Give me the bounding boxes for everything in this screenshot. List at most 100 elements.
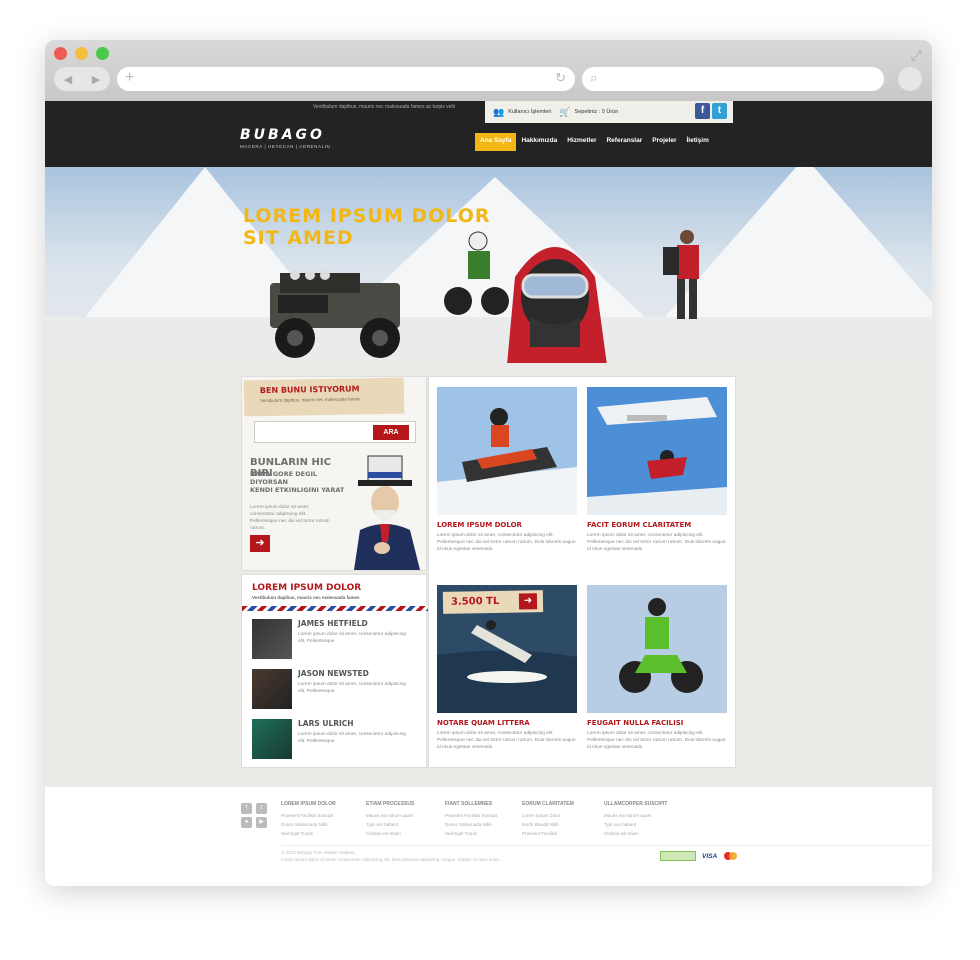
snowmobile-image: [437, 387, 577, 515]
footer-column: LOREM IPSUM DOLOR Praesent Facilisis Sus…: [281, 801, 361, 838]
mastercard-icon: [723, 851, 739, 861]
cart-link[interactable]: Sepetiniz : 0 Ürün: [575, 109, 619, 115]
copyright: © 2012 Bubago Tüm Hakları Saklıdır. Lore…: [281, 849, 500, 863]
twitter-icon[interactable]: t: [256, 803, 267, 814]
footer-link[interactable]: Donec Malesuada Nibh: [281, 820, 361, 829]
youtube-icon[interactable]: ▶: [256, 817, 267, 828]
motocross-image: [587, 585, 727, 713]
member-text: Lorem ipsum dolor sit amet, consectetur …: [298, 632, 406, 644]
footer-link[interactable]: Mauris est rutrum quam: [604, 811, 684, 820]
jeep-image: [270, 270, 400, 358]
hero-title-line1: LOREM IPSUM DOLOR: [243, 205, 491, 227]
header-tagline: Vestibulum dapibus, mauris nec malesuada…: [313, 104, 456, 110]
back-arrow-icon[interactable]: ◀: [64, 73, 72, 86]
member-name: JASON NEWSTED: [298, 669, 369, 678]
footer-link[interactable]: Praesent Facilisis Suscipit: [445, 811, 525, 820]
search-button[interactable]: ARA: [373, 425, 409, 440]
new-tab-icon[interactable]: +: [125, 69, 134, 87]
member-name: JAMES HETFIELD: [298, 619, 368, 628]
nav-about[interactable]: Hakkımızda: [516, 133, 562, 151]
minimize-window-button[interactable]: [75, 47, 88, 60]
fullscreen-icon[interactable]: ⤢: [911, 47, 922, 64]
card-title: NOTARE QUAM LITTERA: [437, 719, 530, 727]
hero-banner: LOREM IPSUM DOLOR SIT AMED: [45, 167, 932, 387]
visa-logo: VISA: [702, 852, 718, 860]
twitter-icon[interactable]: t: [712, 103, 727, 119]
social-links: f t: [695, 103, 727, 119]
airmail-stripe: [242, 606, 428, 611]
footer-link[interactable]: Claritas est etiam: [366, 829, 446, 838]
maximize-window-button[interactable]: [96, 47, 109, 60]
extension-button[interactable]: [898, 67, 922, 91]
footer-link[interactable]: Morbi Blandit Nibh: [522, 820, 602, 829]
nav-contact[interactable]: İletişim: [681, 133, 713, 151]
user-icon: 👥: [493, 106, 505, 117]
footer-heading: EORUM CLARITATEM: [522, 801, 574, 807]
team-member[interactable]: JAMES HETFIELD Lorem ipsum dolor sit ame…: [252, 619, 422, 663]
wish-subtitle: Vestibulum dapibus, mauris nec malesuada…: [260, 396, 361, 404]
footer-link[interactable]: Claritas est etiam: [604, 829, 684, 838]
wish-title: BEN BUNU ISTIYORUM: [259, 384, 360, 396]
team-member[interactable]: LARS ULRICH Lorem ipsum dolor sit amet, …: [252, 719, 422, 763]
promo-subline-1: BANA GORE DEGIL DIYORSAN: [250, 470, 318, 486]
member-text: Lorem ipsum dolor sit amet, consectetur …: [298, 682, 406, 694]
activity-card[interactable]: FACIT EORUM CLARITATEM Lorem ipsum dolor…: [587, 387, 727, 567]
arrow-right-button[interactable]: ➜: [250, 535, 270, 552]
nav-home[interactable]: Ana Sayfa: [475, 133, 517, 151]
footer-link[interactable]: Praesent Facilisis Suscipit: [281, 811, 361, 820]
logo-slogan: MACERA | HEYECAN | ADRENALIN: [240, 144, 331, 149]
user-login-link[interactable]: Kullanıcı İşlemleri: [508, 109, 551, 115]
footer-link[interactable]: Mauris est rutrum quam: [366, 811, 446, 820]
footer-link[interactable]: Sed Eget Turpis: [281, 829, 361, 838]
team-member[interactable]: JASON NEWSTED Lorem ipsum dolor sit amet…: [252, 669, 422, 713]
card-text: Lorem ipsum dolor sit amet, consectetur …: [587, 533, 726, 552]
avatar: [252, 719, 292, 759]
footer-column: ETIAM PROCESSUS Mauris est rutrum quam T…: [366, 801, 446, 838]
footer-heading: ETIAM PROCESSUS: [366, 801, 415, 807]
activity-card[interactable]: LOREM IPSUM DOLOR Lorem ipsum dolor sit …: [437, 387, 577, 567]
close-window-button[interactable]: [54, 47, 67, 60]
footer-heading: FIANT SOLLEMNES: [445, 801, 493, 807]
price-tag[interactable]: 3.500 TL ➜: [442, 590, 544, 614]
payment-logos: VISA: [660, 851, 739, 861]
facebook-icon[interactable]: f: [241, 803, 252, 814]
site-logo[interactable]: BUBAGO: [240, 127, 325, 143]
cart-icon: 🛒: [559, 106, 571, 117]
activity-card[interactable]: 3.500 TL ➜ NOTARE QUAM LITTERA Lorem ips…: [437, 585, 577, 765]
skydiving-image: [587, 387, 727, 515]
hiker-image: [663, 230, 699, 319]
copyright-subtext: Lorem ipsum dolor sit amet, consectetur …: [281, 857, 500, 862]
footer-link[interactable]: Lorem Ipsum Dolor: [522, 811, 602, 820]
forward-arrow-icon[interactable]: ▶: [92, 73, 100, 86]
facebook-icon[interactable]: f: [695, 103, 710, 119]
team-panel: LOREM IPSUM DOLOR Vestibulum dapibus, ma…: [241, 574, 428, 768]
wish-input[interactable]: ARA: [254, 421, 416, 443]
team-subtitle: Vestibulum dapibus, mauris nec malesuada…: [252, 595, 360, 600]
footer-link[interactable]: Donec Malesuada Nibh: [445, 820, 525, 829]
site-header: Vestibulum dapibus, mauris nec malesuada…: [45, 101, 932, 167]
flickr-icon[interactable]: ●: [241, 817, 252, 828]
footer-link[interactable]: Sed Eget Turpis: [445, 829, 525, 838]
reload-icon[interactable]: ↻: [555, 70, 566, 86]
browser-search-bar[interactable]: ⌕: [582, 67, 884, 91]
card-title: FACIT EORUM CLARITATEM: [587, 521, 692, 529]
copyright-text: © 2012 Bubago Tüm Hakları Saklıdır.: [281, 850, 356, 855]
address-bar[interactable]: + ↻: [117, 67, 575, 91]
footer-link[interactable]: Typi non habent: [366, 820, 446, 829]
footer-heading: LOREM IPSUM DOLOR: [281, 801, 336, 807]
footer-link[interactable]: Typi non habent: [604, 820, 684, 829]
footer-heading: ULLAMCORPER SUSCIPIT: [604, 801, 668, 807]
footer-social-icons: f t ● ▶: [241, 803, 269, 828]
promo-subline: BANA GORE DEGIL DIYORSAN KENDI ETKINLIGI…: [250, 470, 350, 494]
card-title: FEUGAIT NULLA FACILISI: [587, 719, 684, 727]
nav-services[interactable]: Hizmetler: [562, 133, 601, 151]
main-nav: Ana Sayfa Hakkımızda Hizmetler Referansl…: [475, 133, 714, 151]
nav-projects[interactable]: Projeler: [647, 133, 681, 151]
nav-references[interactable]: Referanslar: [601, 133, 647, 151]
arrow-right-icon[interactable]: ➜: [518, 593, 538, 610]
browser-window: ⤢ ◀ ▶ + ↻ ⌕ Vestibulum dapibus, mauris n…: [45, 40, 932, 886]
activity-card[interactable]: FEUGAIT NULLA FACILISI Lorem ipsum dolor…: [587, 585, 727, 765]
promo-body: Lorem ipsum dolor sit amet, consectetur …: [250, 505, 330, 531]
footer-link[interactable]: Praesent Facilisis: [522, 829, 602, 838]
uncle-sam-image: [354, 455, 420, 570]
